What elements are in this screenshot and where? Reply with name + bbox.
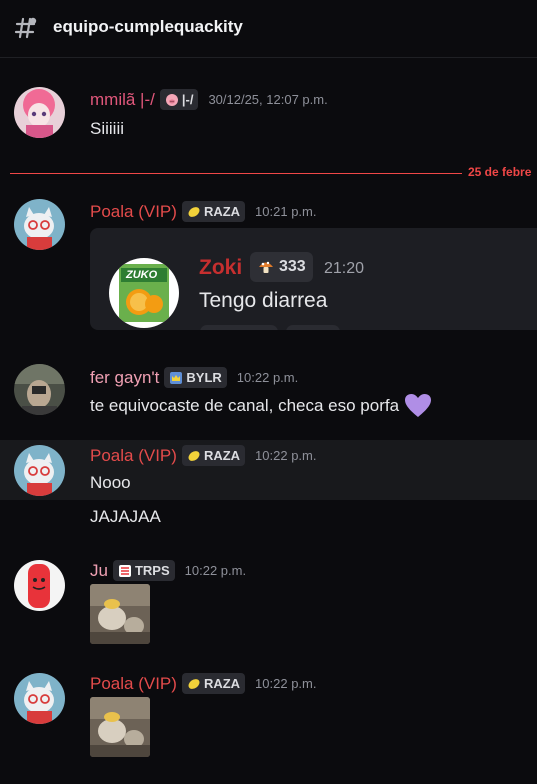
lemon-icon: [188, 450, 200, 461]
message-content: Siiiiii: [90, 119, 124, 138]
guild-tag[interactable]: BYLR: [164, 367, 227, 388]
username[interactable]: Ju: [90, 561, 108, 581]
message-content: te equivocaste de canal, checa eso porfa: [90, 393, 432, 419]
guild-tag-label: RAZA: [203, 676, 241, 691]
timestamp: 10:22 p.m.: [184, 563, 247, 578]
guild-tag-label: TRPS: [134, 563, 170, 578]
channel-hash-icon: [14, 17, 37, 39]
guild-tag-label: RAZA: [203, 204, 241, 219]
avatar[interactable]: [14, 445, 65, 496]
username[interactable]: fer gayn't: [90, 368, 159, 388]
guild-tag[interactable]: TRPS: [112, 560, 175, 581]
message-content: Nooo: [90, 473, 131, 492]
image-attachment[interactable]: [90, 697, 150, 757]
timestamp: 10:22 p.m.: [255, 448, 317, 463]
username[interactable]: mmilã |-/: [90, 90, 155, 110]
embed-guild-tag[interactable]: 333: [250, 252, 313, 282]
embed-timestamp: 21:20: [324, 260, 365, 277]
timestamp: 30/12/25, 12:07 p.m.: [208, 92, 328, 107]
avatar[interactable]: [14, 560, 65, 611]
message-text: te equivocaste de canal, checa eso porfa: [90, 396, 400, 415]
timestamp: 10:21 p.m.: [255, 204, 317, 219]
username[interactable]: Poala (VIP): [90, 674, 177, 694]
guild-tag-label: BYLR: [186, 370, 222, 385]
guild-tag-label: |-/: [181, 92, 194, 107]
username[interactable]: Poala (VIP): [90, 202, 177, 222]
embed-reaction-2[interactable]: [286, 325, 340, 330]
embed-avatar[interactable]: ZUKO: [109, 258, 179, 328]
embed-reaction-1[interactable]: [200, 325, 278, 330]
pig-emoji-icon: [165, 93, 178, 106]
candy-icon: [118, 564, 131, 577]
channel-header: equipo-cumplequackity: [0, 0, 537, 58]
embed-content: Tengo diarrea: [199, 289, 328, 312]
username[interactable]: Poala (VIP): [90, 446, 177, 466]
purple-heart-icon: [405, 394, 432, 417]
mushroom-icon: [259, 261, 273, 273]
lemon-icon: [188, 678, 200, 689]
lemon-icon: [188, 206, 200, 217]
avatar[interactable]: [14, 87, 65, 138]
zuko-label: ZUKO: [126, 269, 158, 281]
timestamp: 10:22 p.m.: [255, 676, 317, 691]
avatar[interactable]: [14, 673, 65, 724]
crown-icon: [170, 371, 183, 384]
guild-tag[interactable]: RAZA: [181, 445, 246, 466]
forwarded-message-embed[interactable]: ZUKO Zoki 333 21:20 Tengo diarrea: [90, 228, 537, 330]
avatar[interactable]: [14, 199, 65, 250]
embed-guild-tag-label: 333: [279, 258, 306, 275]
date-divider-label: 25 de febre: [468, 165, 532, 179]
guild-tag-label: RAZA: [203, 448, 241, 463]
channel-name[interactable]: equipo-cumplequackity: [53, 17, 243, 37]
embed-username[interactable]: Zoki: [199, 256, 242, 280]
avatar[interactable]: [14, 364, 65, 415]
guild-tag[interactable]: RAZA: [181, 201, 246, 222]
date-divider-line: [10, 173, 462, 174]
image-attachment[interactable]: [90, 584, 150, 644]
message-content-followup: JAJAJAA: [90, 507, 161, 526]
guild-tag[interactable]: RAZA: [181, 673, 246, 694]
guild-tag[interactable]: |-/: [159, 89, 199, 110]
timestamp: 10:22 p.m.: [236, 370, 299, 385]
